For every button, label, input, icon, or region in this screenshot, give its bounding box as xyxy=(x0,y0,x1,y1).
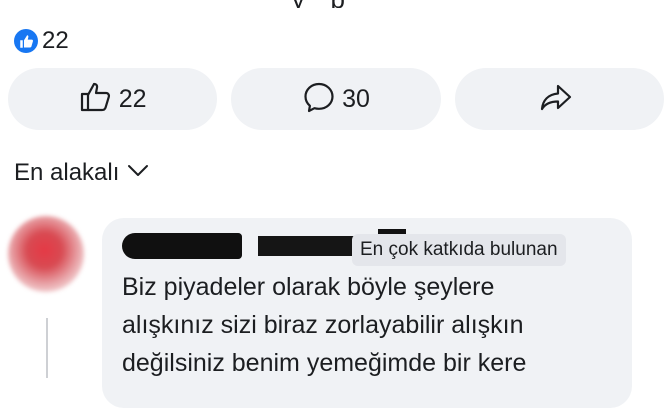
share-button[interactable] xyxy=(454,68,664,130)
post-action-bar: 22 30 xyxy=(8,68,664,130)
reaction-summary[interactable]: 22 xyxy=(14,26,69,56)
like-count: 22 xyxy=(118,84,147,113)
avatar[interactable] xyxy=(8,216,84,292)
comment-count: 30 xyxy=(342,84,370,113)
sort-label: En alakalı xyxy=(14,159,120,186)
like-reaction-icon xyxy=(14,29,38,53)
top-contributor-badge: En çok katkıda bulunan xyxy=(352,234,566,266)
chevron-down-icon xyxy=(127,164,149,183)
comment-text: Biz piyadeler olarak böyle şeylere alışk… xyxy=(122,273,527,377)
comment-bubble: En çok katkıda bulunan Biz piyadeler ola… xyxy=(102,218,632,408)
comments-sort-dropdown[interactable]: En alakalı xyxy=(14,156,149,190)
thumbs-up-icon xyxy=(79,81,113,118)
like-button[interactable]: 22 xyxy=(8,68,218,130)
comment-button[interactable]: 30 xyxy=(231,68,441,130)
share-icon xyxy=(539,82,573,117)
thread-line xyxy=(46,318,48,378)
post-text-fragment: y p xyxy=(226,0,396,8)
reaction-count: 22 xyxy=(42,27,69,54)
comment-icon xyxy=(302,81,336,118)
